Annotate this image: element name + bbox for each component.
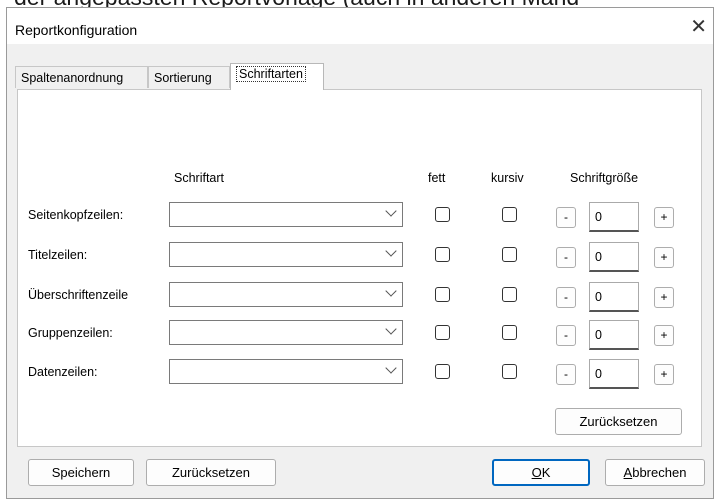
size-input-ueberschriftenzeile[interactable]: 0 — [589, 282, 639, 312]
size-input-titelzeilen[interactable]: 0 — [589, 242, 639, 272]
row-label-ueberschriftenzeile: Überschriftenzeile — [28, 288, 129, 302]
font-select-ueberschriftenzeile[interactable] — [169, 282, 403, 307]
size-increase-button[interactable]: + — [654, 364, 674, 385]
cancel-label-rest: bbrechen — [632, 465, 687, 480]
italic-checkbox-gruppenzeilen[interactable] — [502, 325, 517, 340]
tab-schriftarten[interactable]: Schriftarten — [230, 63, 324, 90]
chevron-down-icon — [385, 205, 397, 217]
chevron-down-icon — [385, 285, 397, 297]
header-size: Schriftgröße — [570, 171, 639, 185]
font-select-datenzeilen[interactable] — [169, 359, 403, 384]
cancel-mnemonic: A — [623, 465, 633, 480]
size-decrease-button[interactable]: - — [556, 247, 576, 268]
size-increase-button[interactable]: + — [654, 325, 674, 346]
font-select-titelzeilen[interactable] — [169, 242, 403, 267]
size-input-seitenkopfzeilen[interactable]: 0 — [589, 202, 639, 232]
header-italic: kursiv — [491, 171, 524, 185]
bold-checkbox-gruppenzeilen[interactable] — [435, 325, 450, 340]
size-decrease-button[interactable]: - — [556, 287, 576, 308]
row-label-datenzeilen: Datenzeilen: — [28, 365, 98, 379]
ok-button[interactable]: OK — [492, 459, 590, 486]
report-config-dialog: Reportkonfiguration ✕ Spaltenanordnung S… — [6, 7, 714, 499]
size-input-gruppenzeilen[interactable]: 0 — [589, 320, 639, 350]
bold-checkbox-seitenkopfzeilen[interactable] — [435, 207, 450, 222]
font-select-seitenkopfzeilen[interactable] — [169, 202, 403, 227]
header-bold: fett — [428, 171, 446, 185]
tab-sortierung[interactable]: Sortierung — [148, 66, 230, 88]
size-decrease-button[interactable]: - — [556, 325, 576, 346]
ok-label-rest: K — [541, 465, 551, 480]
row-label-titelzeilen: Titelzeilen: — [28, 248, 88, 262]
reset-fonts-button[interactable]: Zurücksetzen — [555, 408, 682, 435]
bold-checkbox-titelzeilen[interactable] — [435, 247, 450, 262]
italic-checkbox-ueberschriftenzeile[interactable] — [502, 287, 517, 302]
size-input-datenzeilen[interactable]: 0 — [589, 359, 639, 389]
cancel-button[interactable]: Abbrechen — [605, 459, 705, 486]
header-font: Schriftart — [174, 171, 225, 185]
window-title: Reportkonfiguration — [15, 22, 138, 38]
italic-checkbox-titelzeilen[interactable] — [502, 247, 517, 262]
size-increase-button[interactable]: + — [654, 287, 674, 308]
chevron-down-icon — [385, 362, 397, 374]
chevron-down-icon — [385, 245, 397, 257]
size-decrease-button[interactable]: - — [556, 364, 576, 385]
close-icon[interactable]: ✕ — [690, 17, 707, 37]
size-increase-button[interactable]: + — [654, 207, 674, 228]
ok-mnemonic: O — [531, 465, 542, 480]
size-increase-button[interactable]: + — [654, 247, 674, 268]
tab-schriftarten-label: Schriftarten — [236, 66, 306, 82]
row-label-gruppenzeilen: Gruppenzeilen: — [28, 326, 113, 340]
bold-checkbox-datenzeilen[interactable] — [435, 364, 450, 379]
italic-checkbox-datenzeilen[interactable] — [502, 364, 517, 379]
row-label-seitenkopfzeilen: Seitenkopfzeilen: — [28, 208, 124, 222]
chevron-down-icon — [385, 323, 397, 335]
title-bar: Reportkonfiguration ✕ — [7, 8, 713, 44]
reset-button[interactable]: Zurücksetzen — [146, 459, 276, 486]
font-select-gruppenzeilen[interactable] — [169, 320, 403, 345]
bold-checkbox-ueberschriftenzeile[interactable] — [435, 287, 450, 302]
tab-spaltenanordnung[interactable]: Spaltenanordnung — [15, 66, 148, 88]
size-decrease-button[interactable]: - — [556, 207, 576, 228]
italic-checkbox-seitenkopfzeilen[interactable] — [502, 207, 517, 222]
save-button[interactable]: Speichern — [28, 459, 134, 486]
